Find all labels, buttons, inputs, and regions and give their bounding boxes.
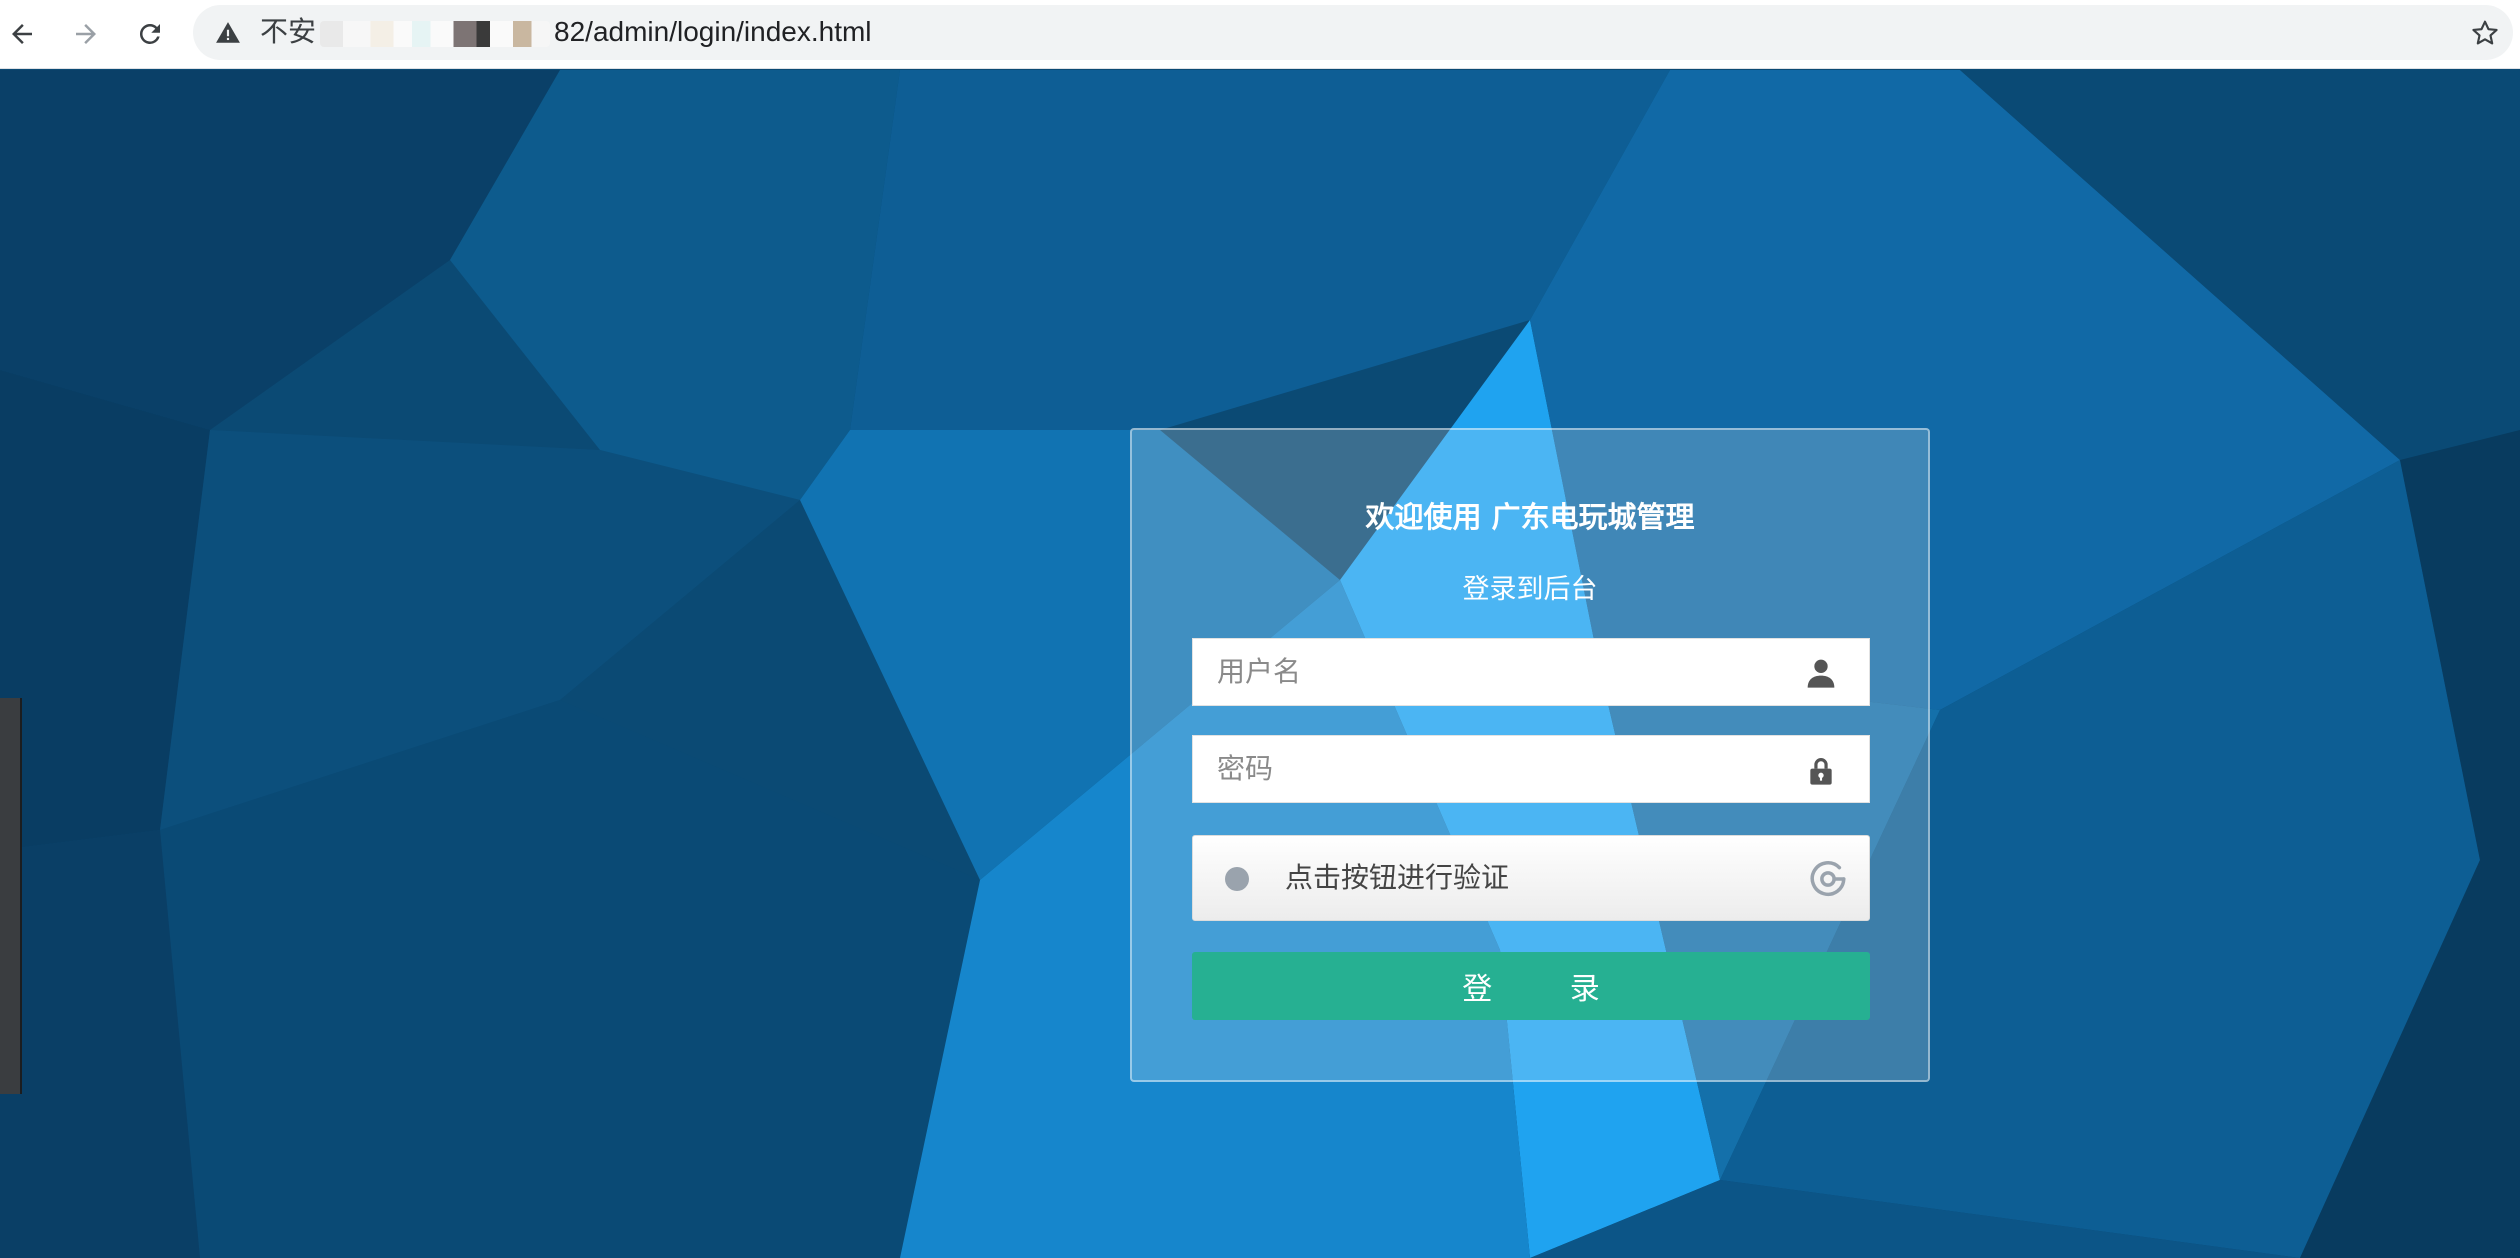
password-field — [1192, 735, 1870, 803]
url-path: 82/admin/login/index.html — [554, 16, 872, 47]
captcha-verify-button[interactable]: 点击按钮进行验证 — [1192, 835, 1870, 921]
reload-icon — [139, 23, 160, 44]
login-subtitle: 登录到后台 — [1462, 574, 1598, 605]
username-field — [1192, 638, 1870, 706]
captcha-refresh-icon — [1810, 861, 1846, 896]
forward-button[interactable] — [64, 12, 108, 56]
password-input[interactable] — [1193, 736, 1777, 800]
verify-indicator — [1225, 867, 1249, 891]
side-scroll-widget[interactable] — [0, 698, 22, 1094]
reload-button[interactable] — [128, 12, 172, 56]
lock-icon — [1810, 758, 1832, 785]
login-button[interactable]: 登 录 — [1192, 952, 1870, 1020]
username-input[interactable] — [1193, 639, 1777, 703]
back-arrow-icon — [12, 24, 32, 44]
address-bar[interactable]: 不安 82/admin/login/index.html — [193, 5, 2513, 60]
security-label: 不安 — [260, 16, 317, 47]
login-page: 欢迎使用 广东电玩城管理 登录到后台 点击按钮进行验证 登 录 — [0, 70, 2520, 1258]
bookmark-star-icon[interactable] — [2469, 17, 2501, 49]
login-title: 欢迎使用 广东电玩城管理 — [1365, 500, 1695, 534]
user-icon — [1807, 659, 1835, 688]
redacted-host — [320, 20, 551, 47]
url-text: 不安 82/admin/login/index.html — [260, 13, 872, 51]
verify-label: 点击按钮进行验证 — [1285, 861, 1510, 894]
login-panel: 欢迎使用 广东电玩城管理 登录到后台 点击按钮进行验证 登 录 — [1130, 428, 1930, 1082]
browser-toolbar: 不安 82/admin/login/index.html — [0, 0, 2520, 69]
forward-arrow-icon — [76, 24, 96, 44]
warning-triangle-icon — [216, 22, 240, 43]
back-button[interactable] — [0, 12, 44, 56]
